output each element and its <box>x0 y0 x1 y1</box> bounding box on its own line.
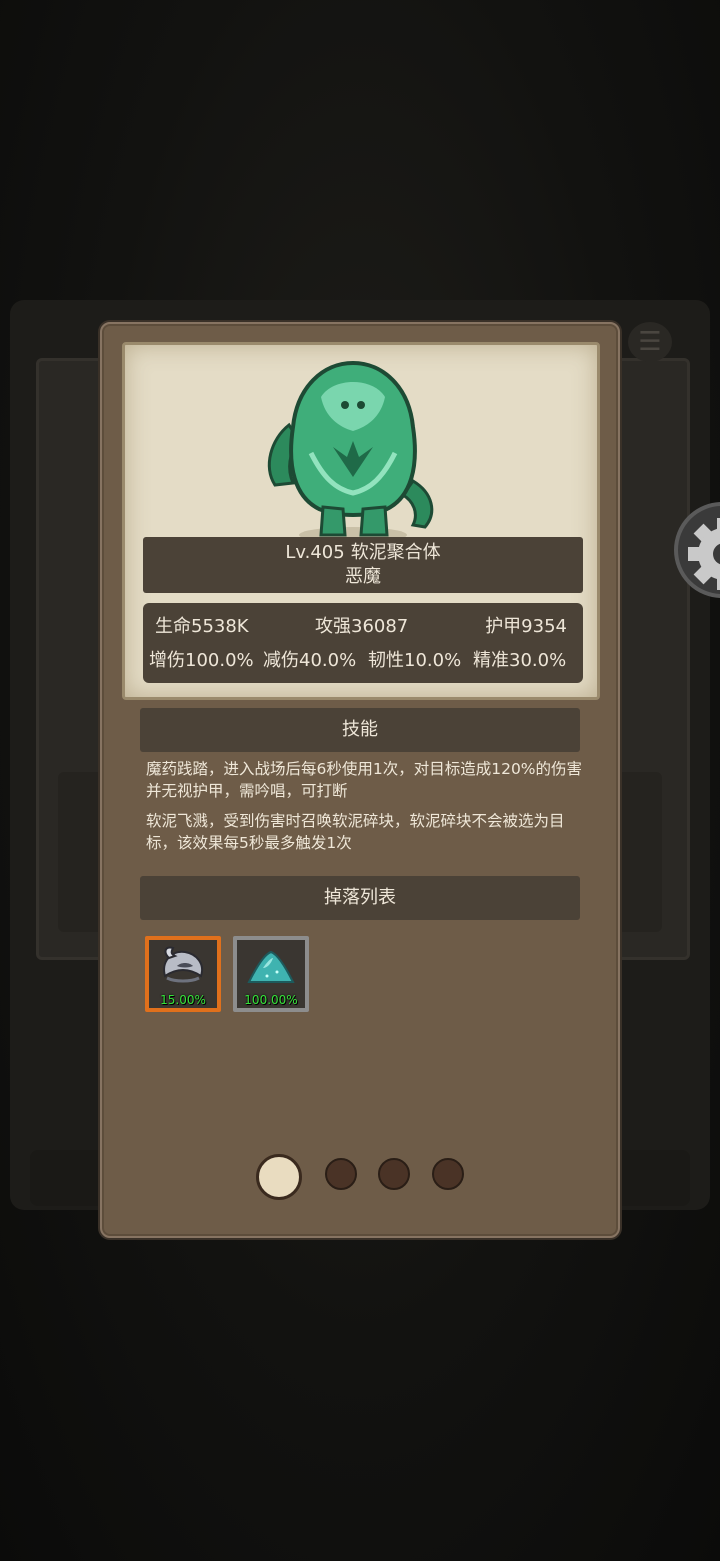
stat-armor: 护甲9354 <box>485 616 567 637</box>
drop-rate: 100.00% <box>244 993 298 1007</box>
gear-icon <box>688 518 720 590</box>
skill-description: 软泥飞溅，受到伤害时召唤软泥碎块，软泥碎块不会被选为目标，该效果每5秒最多触发1… <box>146 812 565 852</box>
page-indicator-dot[interactable] <box>432 1158 464 1190</box>
drops-header: 掉落列表 <box>140 876 580 920</box>
page-indicator-dot[interactable] <box>325 1158 357 1190</box>
drop-item-horn-helmet[interactable]: 15.00% <box>145 936 221 1012</box>
stat-damage-up: 增伤100.0% <box>149 650 254 671</box>
horn-helmet-icon <box>163 946 203 983</box>
slime-monster-image <box>267 360 434 543</box>
monster-name: 软泥聚合体 <box>350 542 441 563</box>
page-indicator-dot[interactable] <box>378 1158 410 1190</box>
drop-item-dust-pile[interactable]: 100.00% <box>233 936 309 1012</box>
monster-stats-panel: 生命5538K 攻强36087 护甲9354 增伤100.0% 减伤40.0% … <box>143 603 583 683</box>
game-screen: ☰ Lv.405 软泥聚合体 恶魔 生命5538K 攻强36087 护甲9354… <box>0 0 720 1561</box>
monster-name-line: Lv.405 软泥聚合体 <box>143 541 583 565</box>
monster-name-bar: Lv.405 软泥聚合体 恶魔 <box>143 537 583 593</box>
monster-portrait-frame: Lv.405 软泥聚合体 恶魔 生命5538K 攻强36087 护甲9354 增伤… <box>122 342 600 700</box>
skill-description: 魔药践踏，进入战场后每6秒使用1次，对目标造成120%的伤害并无视护甲，需吟唱，… <box>146 760 583 800</box>
skills-header: 技能 <box>140 708 580 752</box>
stat-damage-reduction: 减伤40.0% <box>263 650 357 671</box>
page-indicator-dot-active[interactable] <box>256 1154 302 1200</box>
chat-icon: ☰ <box>628 322 672 362</box>
stat-toughness: 韧性10.0% <box>368 650 462 671</box>
monster-info-dialog: Lv.405 软泥聚合体 恶魔 生命5538K 攻强36087 护甲9354 增伤… <box>100 322 620 1238</box>
dust-pile-icon <box>247 950 295 983</box>
stat-hp: 生命5538K <box>155 616 249 637</box>
stat-attack: 攻强36087 <box>315 616 409 637</box>
monster-level: Lv.405 <box>285 542 345 563</box>
drop-rate: 15.00% <box>160 993 206 1007</box>
stat-accuracy: 精准30.0% <box>473 650 567 671</box>
monster-type: 恶魔 <box>345 566 381 587</box>
